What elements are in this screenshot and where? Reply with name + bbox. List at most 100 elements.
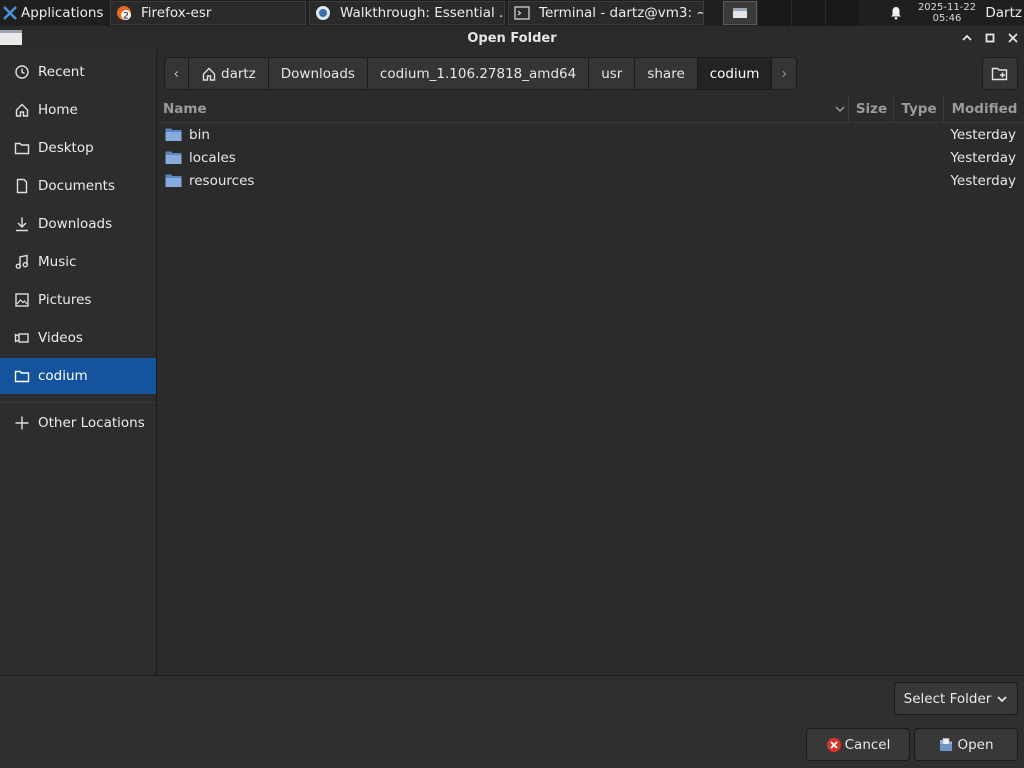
applications-label: Applications — [21, 5, 104, 21]
file-row-bin[interactable]: bin Yesterday — [158, 123, 1024, 146]
sidebar-item-label: Pictures — [38, 292, 92, 308]
sidebar-item-label: Home — [38, 102, 78, 118]
top-panel: Applications 2 Firefox-esr Walkthrough: … — [0, 0, 1024, 26]
column-name-label: Name — [163, 101, 207, 117]
applications-icon — [3, 6, 17, 20]
workspace-switcher — [757, 0, 884, 26]
crumb-downloads[interactable]: Downloads — [268, 58, 368, 89]
clock[interactable]: 2025-11-22 05:46 — [914, 2, 980, 24]
path-back-button[interactable] — [165, 58, 189, 89]
document-icon — [16, 178, 28, 194]
chevron-right-icon — [782, 70, 787, 77]
folder-icon — [14, 142, 30, 155]
crumb-home[interactable]: dartz — [189, 58, 269, 89]
crumb-label: dartz — [221, 65, 256, 82]
cancel-icon — [826, 737, 841, 752]
show-desktop-button[interactable] — [723, 1, 757, 25]
video-icon — [14, 333, 29, 343]
clock-date: 2025-11-22 — [917, 2, 977, 13]
task-firefox[interactable]: 2 Firefox-esr — [110, 1, 306, 25]
folder-icon — [165, 151, 182, 164]
maximize-button[interactable] — [955, 26, 978, 50]
crumb-codium-package[interactable]: codium_1.106.27818_amd64 — [367, 58, 590, 89]
terminal-icon — [514, 6, 530, 20]
file-row-locales[interactable]: locales Yesterday — [158, 146, 1024, 169]
sidebar-item-desktop[interactable]: Desktop — [0, 130, 156, 166]
file-name: locales — [189, 149, 236, 166]
task-badge: 2 — [123, 12, 129, 22]
file-row-resources[interactable]: resources Yesterday — [158, 169, 1024, 192]
sidebar-separator — [0, 402, 156, 403]
path-bar: dartz Downloads codium_1.106.27818_amd64… — [164, 57, 798, 90]
file-filter-dropdown[interactable]: Select Folder — [894, 682, 1018, 715]
sidebar-item-recent[interactable]: Recent — [0, 54, 156, 90]
file-filter-label: Select Folder — [903, 690, 992, 707]
window-menu-icon[interactable] — [0, 30, 22, 45]
column-header-row: Name Size Type Modified — [158, 96, 1024, 123]
sidebar-item-music[interactable]: Music — [0, 244, 156, 280]
clock-icon — [15, 65, 29, 79]
column-header-type[interactable]: Type — [895, 96, 944, 122]
sidebar-item-label: Music — [38, 254, 77, 270]
cancel-label: Cancel — [844, 736, 891, 753]
sidebar-item-label: Documents — [38, 178, 115, 194]
task-terminal[interactable]: Terminal - dartz@vm3: ~ — [508, 1, 704, 25]
column-header-size[interactable]: Size — [850, 96, 894, 122]
file-list: Name Size Type Modified bin Yesterday lo… — [158, 96, 1024, 675]
workspace-2[interactable] — [757, 0, 791, 26]
task-firefox-label: Firefox-esr — [141, 5, 212, 21]
chevron-up-icon — [961, 34, 972, 41]
open-label: Open — [957, 736, 994, 753]
sidebar-item-label: Desktop — [38, 140, 94, 156]
new-folder-button[interactable] — [982, 57, 1018, 90]
sidebar-item-downloads[interactable]: Downloads — [0, 206, 156, 242]
sort-chevron-down-icon — [835, 106, 845, 113]
firefox-icon: 2 — [117, 6, 131, 22]
window-icon — [733, 8, 747, 18]
picture-icon — [15, 293, 29, 307]
task-walkthrough[interactable]: Walkthrough: Essential ... — [309, 1, 505, 25]
sidebar-item-documents[interactable]: Documents — [0, 168, 156, 204]
sidebar-item-codium[interactable]: codium — [0, 358, 156, 394]
task-terminal-label: Terminal - dartz@vm3: ~ — [539, 5, 704, 21]
home-icon — [15, 103, 29, 117]
folder-icon — [165, 174, 182, 187]
crumb-codium[interactable]: codium — [697, 58, 773, 89]
notification-bell-icon[interactable] — [884, 0, 908, 26]
restore-icon — [985, 33, 994, 43]
codium-icon — [316, 6, 330, 20]
sidebar-item-label: Recent — [38, 64, 85, 80]
workspace-4[interactable] — [825, 0, 859, 26]
crumb-share[interactable]: share — [635, 58, 698, 89]
dialog-title: Open Folder — [467, 30, 557, 46]
open-button[interactable]: Open — [914, 728, 1018, 761]
file-modified: Yesterday — [950, 172, 1016, 189]
crumb-usr[interactable]: usr — [589, 58, 636, 89]
clock-time: 05:46 — [932, 13, 962, 24]
folder-icon — [165, 128, 182, 141]
user-menu[interactable]: Dartz — [980, 5, 1024, 21]
cancel-button[interactable]: Cancel — [806, 728, 910, 761]
file-modified: Yesterday — [950, 126, 1016, 143]
sidebar-item-home[interactable]: Home — [0, 92, 156, 128]
chevron-left-icon — [174, 70, 178, 77]
workspace-3[interactable] — [791, 0, 825, 26]
sidebar-item-videos[interactable]: Videos — [0, 320, 156, 356]
close-button[interactable] — [1001, 26, 1024, 50]
sidebar-item-label: Videos — [38, 330, 83, 346]
applications-menu[interactable]: Applications — [0, 0, 110, 26]
sidebar-item-label: Downloads — [38, 216, 113, 232]
sidebar-item-other-locations[interactable]: Other Locations — [0, 405, 156, 441]
home-icon — [202, 67, 216, 81]
path-forward-button[interactable] — [772, 58, 797, 89]
places-sidebar: Recent Home Desktop Documents Downloads … — [0, 50, 157, 675]
column-header-modified[interactable]: Modified — [945, 96, 1024, 122]
sidebar-item-pictures[interactable]: Pictures — [0, 282, 156, 318]
sidebar-item-label: codium — [38, 368, 88, 384]
restore-button[interactable] — [978, 26, 1001, 50]
column-header-name[interactable]: Name — [163, 96, 849, 122]
plus-icon — [15, 416, 29, 430]
file-modified: Yesterday — [950, 149, 1016, 166]
music-icon — [15, 254, 29, 269]
chevron-down-icon — [997, 695, 1007, 702]
